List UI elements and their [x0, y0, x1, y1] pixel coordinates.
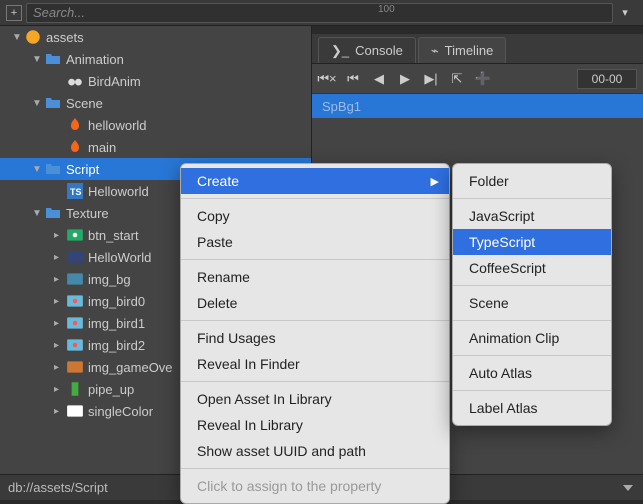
chevron-right-icon: ▸ [54, 230, 66, 241]
ruler-tick: 100 [378, 4, 395, 15]
typescript-icon: TS [66, 183, 84, 199]
menu-separator [181, 468, 449, 469]
jump-first-button[interactable]: ⏮ [344, 70, 362, 88]
tab-console[interactable]: ❯_ Console [318, 37, 416, 63]
menu-separator [181, 259, 449, 260]
timeline-node-row[interactable]: SpBg1 [312, 94, 643, 118]
image-icon [66, 403, 84, 419]
menu-separator [453, 285, 611, 286]
image-icon [66, 293, 84, 309]
menu-copy[interactable]: Copy [181, 203, 449, 229]
menu-reveal-library[interactable]: Reveal In Library [181, 412, 449, 438]
open-button[interactable]: ⇱ [448, 70, 466, 88]
menu-find-usages[interactable]: Find Usages [181, 325, 449, 351]
chevron-right-icon: ▸ [54, 318, 66, 329]
menu-separator [181, 320, 449, 321]
menu-separator [453, 390, 611, 391]
tree-item-scene[interactable]: helloworld [0, 114, 311, 136]
chevron-right-icon: ▸ [54, 362, 66, 373]
submenu-animation-clip[interactable]: Animation Clip [453, 325, 611, 351]
submenu-scene[interactable]: Scene [453, 290, 611, 316]
submenu-label-atlas[interactable]: Label Atlas [453, 395, 611, 421]
chevron-right-icon: ▸ [54, 296, 66, 307]
image-icon [66, 271, 84, 287]
tab-timeline[interactable]: ⌁ Timeline [418, 37, 506, 63]
folder-icon [44, 205, 62, 221]
chevron-down-icon: ▼ [32, 208, 44, 219]
svg-text:TS: TS [70, 187, 82, 197]
search-input[interactable]: Search... [26, 3, 613, 23]
tree-item-folder[interactable]: ▼ Scene [0, 92, 311, 114]
assets-icon [24, 29, 42, 45]
tree-root[interactable]: ▼ assets [0, 26, 311, 48]
submenu-coffeescript[interactable]: CoffeeScript [453, 255, 611, 281]
chevron-right-icon: ▸ [54, 252, 66, 263]
add-event-button[interactable]: ➕ [474, 70, 492, 88]
folder-icon [44, 51, 62, 67]
chevron-right-icon: ▸ [54, 384, 66, 395]
submenu-javascript[interactable]: JavaScript [453, 203, 611, 229]
dropdown-icon[interactable] [623, 485, 633, 491]
menu-assign-property: Click to assign to the property [181, 473, 449, 499]
menu-open-library[interactable]: Open Asset In Library [181, 386, 449, 412]
menu-show-uuid[interactable]: Show asset UUID and path [181, 438, 449, 464]
image-icon [66, 359, 84, 375]
image-icon [66, 315, 84, 331]
goto-start-button[interactable]: ⏮× [318, 70, 336, 88]
chevron-down-icon: ▼ [32, 98, 44, 109]
timecode[interactable]: 00-00 [577, 69, 637, 89]
assets-toolbar: + Search... ▾ [0, 0, 643, 26]
anim-icon [66, 73, 84, 89]
fire-icon [66, 139, 84, 155]
console-icon: ❯_ [331, 43, 349, 59]
image-icon [66, 249, 84, 265]
image-icon [66, 337, 84, 353]
chevron-right-icon: ▸ [54, 340, 66, 351]
folder-icon [44, 95, 62, 111]
image-icon [66, 381, 84, 397]
create-submenu: Folder JavaScript TypeScript CoffeeScrip… [452, 163, 612, 426]
tree-item-anim[interactable]: BirdAnim [0, 70, 311, 92]
submenu-auto-atlas[interactable]: Auto Atlas [453, 360, 611, 386]
menu-rename[interactable]: Rename [181, 264, 449, 290]
menu-separator [181, 198, 449, 199]
chevron-right-icon: ▸ [54, 274, 66, 285]
menu-separator [181, 381, 449, 382]
folder-icon [44, 161, 62, 177]
timeline-icon: ⌁ [431, 43, 439, 59]
prev-frame-button[interactable]: ◀ [370, 70, 388, 88]
timeline-toolbar: ⏮× ⏮ ◀ ▶ ▶| ⇱ ➕ 00-00 [312, 64, 643, 94]
menu-reveal-finder[interactable]: Reveal In Finder [181, 351, 449, 377]
asset-context-menu: Create ▶ Copy Paste Rename Delete Find U… [180, 163, 450, 504]
tree-item-folder[interactable]: ▼ Animation [0, 48, 311, 70]
panel-tabs: ❯_ Console ⌁ Timeline [312, 34, 643, 64]
menu-separator [453, 320, 611, 321]
chevron-down-icon: ▼ [32, 164, 44, 175]
chevron-down-icon: ▼ [32, 54, 44, 65]
chevron-right-icon: ▶ [431, 175, 439, 188]
menu-delete[interactable]: Delete [181, 290, 449, 316]
menu-paste[interactable]: Paste [181, 229, 449, 255]
chevron-right-icon: ▸ [54, 406, 66, 417]
submenu-folder[interactable]: Folder [453, 168, 611, 194]
asset-path: db://assets/Script [8, 480, 108, 495]
menu-create[interactable]: Create ▶ [181, 168, 449, 194]
menu-separator [453, 355, 611, 356]
next-frame-button[interactable]: ▶| [422, 70, 440, 88]
submenu-typescript[interactable]: TypeScript [453, 229, 611, 255]
tree-item-scene[interactable]: main [0, 136, 311, 158]
menu-separator [453, 198, 611, 199]
collapse-button[interactable]: ▾ [617, 5, 633, 21]
image-icon [66, 227, 84, 243]
create-asset-button[interactable]: + [6, 5, 22, 21]
play-button[interactable]: ▶ [396, 70, 414, 88]
fire-icon [66, 117, 84, 133]
chevron-down-icon: ▼ [12, 32, 24, 43]
